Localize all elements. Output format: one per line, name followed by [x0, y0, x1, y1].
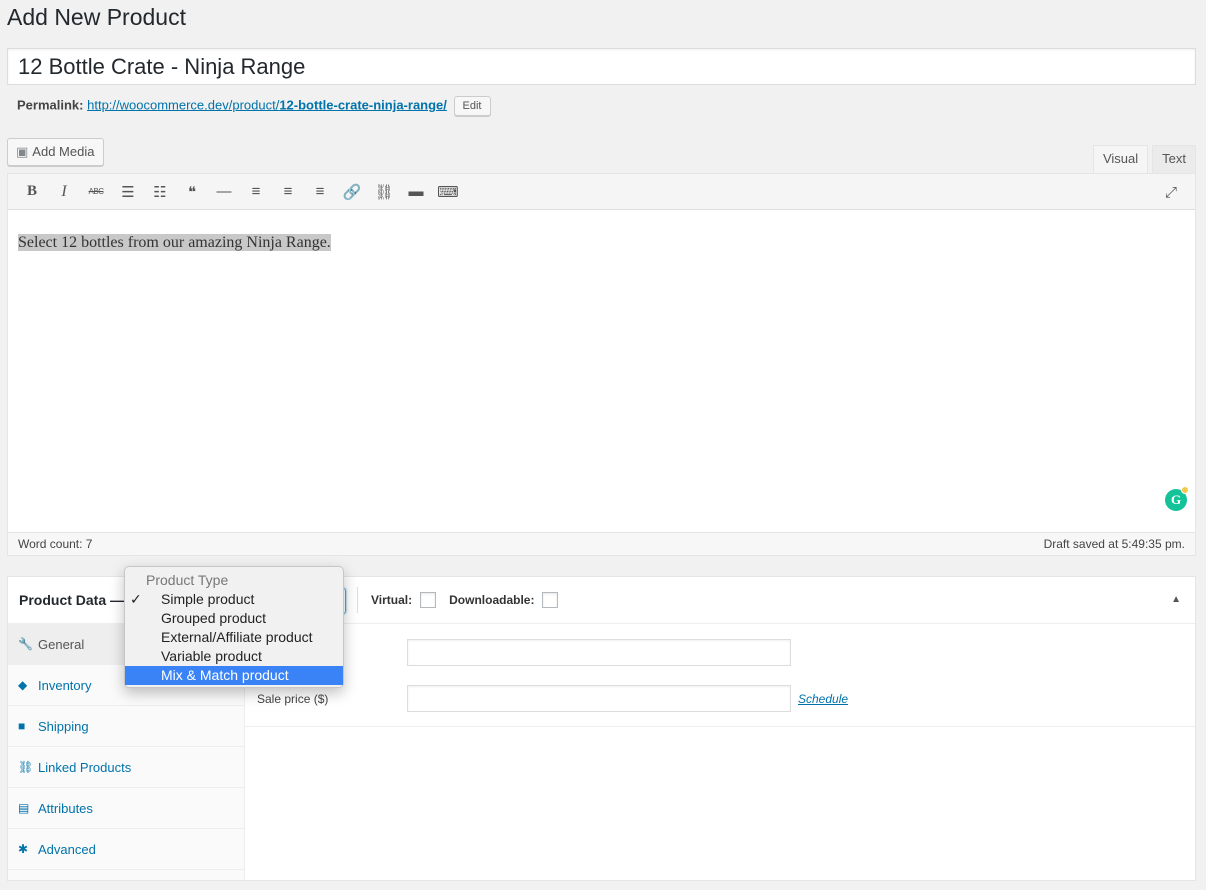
checkmark-icon: ✓: [130, 591, 142, 607]
bulleted-list-icon[interactable]: ☰: [112, 178, 144, 206]
virtual-label: Virtual:: [371, 593, 413, 607]
editor-toolbar: B I ABC ☰ ☷ ❝ — ≡ ≡ ≡ 🔗 ⛓ ▬ ⌨ ⤢: [8, 174, 1195, 210]
add-media-label: Add Media: [32, 144, 95, 159]
option-label: Simple product: [161, 591, 255, 607]
toolbar-toggle-icon[interactable]: ⌨: [432, 178, 464, 206]
downloadable-checkbox[interactable]: [542, 592, 559, 608]
tab-advanced[interactable]: ✱ Advanced: [8, 829, 244, 870]
general-panel: ) Sale price ($) Schedule: [245, 624, 1195, 880]
option-mix-match-product[interactable]: Mix & Match product: [125, 666, 343, 685]
option-label: Variable product: [161, 648, 262, 664]
list-icon: ▤: [18, 801, 30, 815]
permalink-slug: 12-bottle-crate-ninja-range/: [279, 97, 447, 113]
option-simple-product[interactable]: ✓ Simple product: [125, 590, 343, 609]
horizontal-line-icon[interactable]: —: [208, 178, 240, 206]
editor-status-bar: Word count: 7 Draft saved at 5:49:35 pm.: [8, 532, 1195, 555]
gear-icon: ✱: [18, 842, 29, 856]
permalink-label: Permalink:: [17, 97, 84, 113]
sale-price-input[interactable]: [407, 685, 791, 712]
link-icon: ⛓: [18, 760, 34, 774]
product-title-input[interactable]: 12 Bottle Crate - Ninja Range: [7, 48, 1196, 85]
permalink-base: http://woocommerce.dev/product/: [87, 97, 280, 113]
insert-link-icon[interactable]: 🔗: [336, 178, 368, 206]
tab-label: Attributes: [38, 800, 93, 816]
tab-shipping[interactable]: ■ Shipping: [8, 706, 244, 747]
tab-visual[interactable]: Visual: [1092, 145, 1149, 173]
tab-label: Shipping: [38, 718, 89, 734]
product-data-title: Product Data —: [19, 592, 125, 608]
virtual-option: Virtual:: [371, 592, 437, 608]
remove-link-icon[interactable]: ⛓: [368, 178, 400, 206]
collapse-toggle-icon[interactable]: ▲: [1171, 594, 1181, 605]
permalink-row: Permalink: http://woocommerce.dev/produc…: [17, 96, 491, 116]
downloadable-label: Downloadable:: [449, 593, 535, 607]
grammarly-status-dot: [1181, 486, 1189, 494]
grammarly-glyph: G: [1170, 492, 1182, 507]
page-title: Add New Product: [7, 4, 186, 30]
numbered-list-icon[interactable]: ☷: [144, 178, 176, 206]
tab-attributes[interactable]: ▤ Attributes: [8, 788, 244, 829]
align-right-icon[interactable]: ≡: [304, 178, 336, 206]
option-grouped-product[interactable]: Grouped product: [125, 609, 343, 628]
sale-price-row: Sale price ($) Schedule: [257, 685, 848, 712]
tab-label: Linked Products: [38, 759, 132, 775]
tab-linked-products[interactable]: ⛓ Linked Products: [8, 747, 244, 788]
panel-divider: [245, 726, 1195, 727]
tab-label: Advanced: [38, 841, 96, 857]
regular-price-input[interactable]: [407, 639, 791, 666]
tag-icon: ◆: [18, 678, 28, 692]
header-separator: [357, 587, 359, 613]
fullscreen-icon[interactable]: ⤢: [1155, 178, 1187, 206]
read-more-icon[interactable]: ▬: [400, 178, 432, 206]
bold-icon[interactable]: B: [16, 178, 48, 206]
editor-content-area[interactable]: Select 12 bottles from our amazing Ninja…: [8, 210, 1195, 532]
italic-icon[interactable]: I: [48, 178, 80, 206]
align-left-icon[interactable]: ≡: [240, 178, 272, 206]
downloadable-option: Downloadable:: [449, 592, 559, 608]
content-editor: B I ABC ☰ ☷ ❝ — ≡ ≡ ≡ 🔗 ⛓ ▬ ⌨ ⤢ Select 1…: [7, 173, 1196, 556]
editor-mode-tabs: Visual Text: [1092, 145, 1196, 173]
word-count: Word count: 7: [18, 537, 93, 551]
option-variable-product[interactable]: Variable product: [125, 647, 343, 666]
option-label: Grouped product: [161, 610, 267, 626]
strikethrough-icon[interactable]: ABC: [80, 178, 112, 206]
editor-text: Select 12 bottles from our amazing Ninja…: [18, 234, 331, 251]
option-external-affiliate-product[interactable]: External/Affiliate product: [125, 628, 343, 647]
align-center-icon[interactable]: ≡: [272, 178, 304, 206]
edit-permalink-button[interactable]: Edit: [453, 96, 491, 116]
schedule-link[interactable]: Schedule: [798, 692, 848, 706]
add-media-icon: ▣: [16, 144, 29, 159]
option-label: External/Affiliate product: [161, 629, 313, 645]
add-media-button[interactable]: ▣ Add Media: [7, 138, 105, 166]
truck-icon: ■: [18, 719, 26, 733]
wrench-icon: 🔧: [18, 637, 33, 651]
option-label: Mix & Match product: [161, 667, 289, 683]
product-type-dropdown[interactable]: Product Type ✓ Simple product Grouped pr…: [124, 566, 344, 688]
sale-price-label: Sale price ($): [257, 691, 329, 706]
grammarly-icon[interactable]: G: [1165, 486, 1189, 511]
draft-status: Draft saved at 5:49:35 pm.: [1043, 537, 1185, 551]
tab-label: General: [38, 636, 85, 652]
virtual-checkbox[interactable]: [420, 592, 437, 608]
dropdown-group-label: Product Type: [146, 572, 229, 588]
tab-text[interactable]: Text: [1152, 145, 1196, 173]
blockquote-icon[interactable]: ❝: [176, 178, 208, 206]
permalink-link[interactable]: http://woocommerce.dev/product/12-bottle…: [87, 97, 447, 112]
tab-label: Inventory: [38, 677, 92, 693]
